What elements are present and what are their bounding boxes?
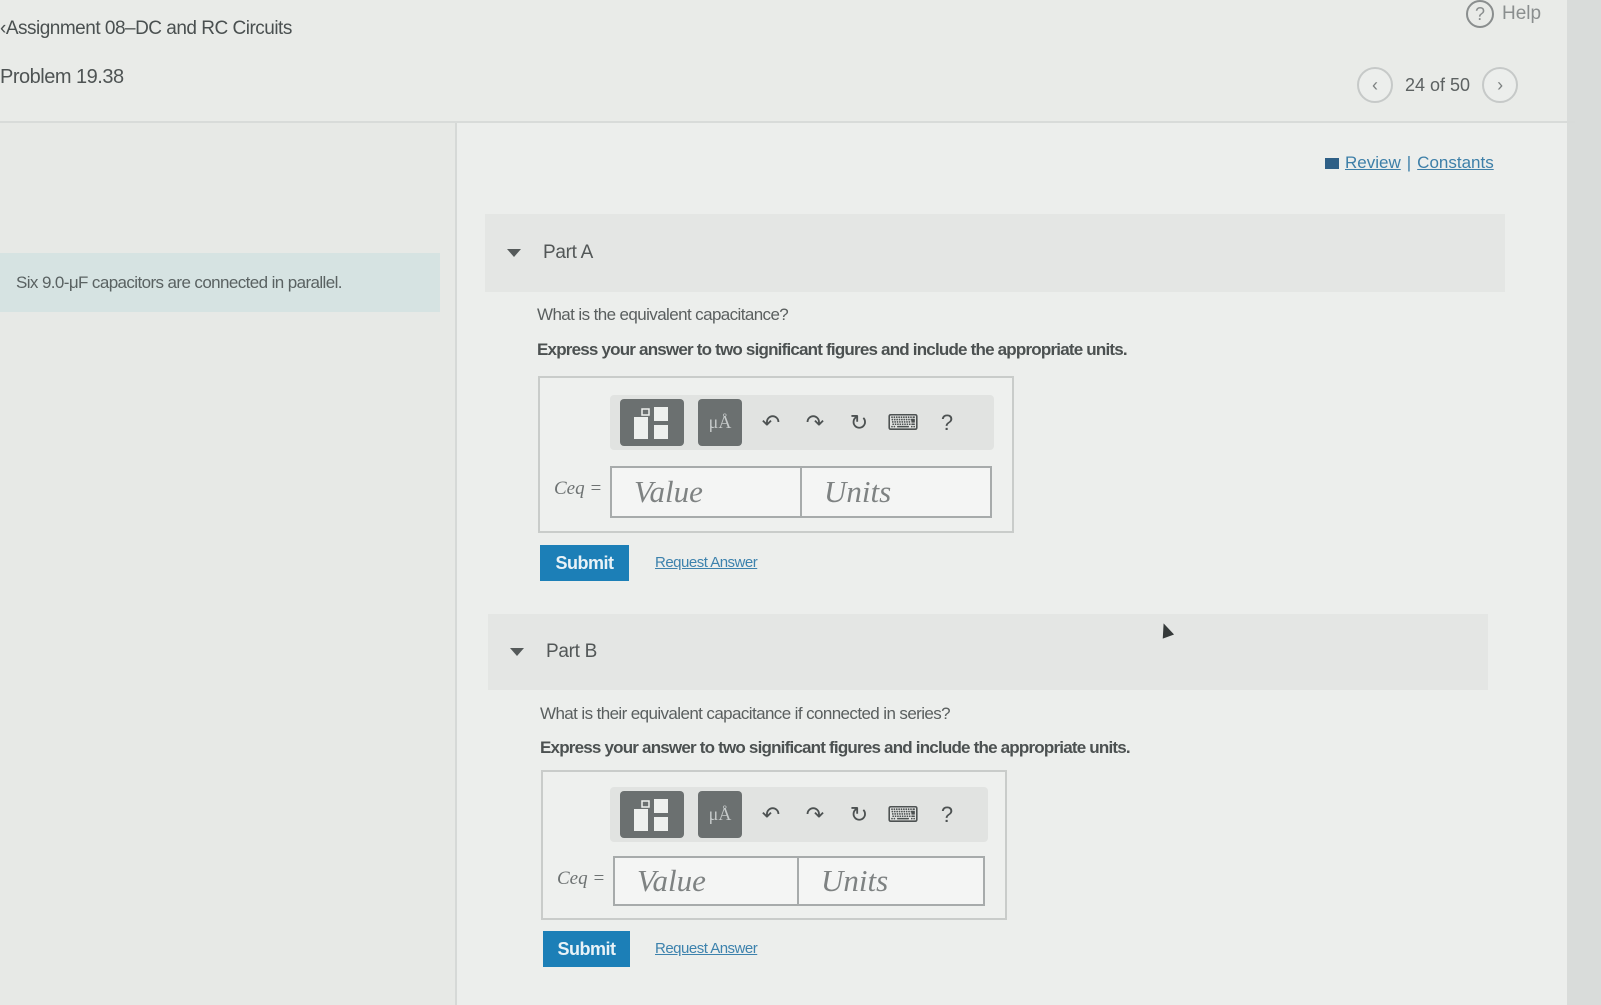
part-b-header[interactable]: Part B [488, 614, 1488, 690]
keyboard-icon: ⌨ [887, 409, 919, 435]
help-link[interactable]: ? Help [1466, 0, 1541, 28]
math-toolbar: μÅ ↶ ↷ ↻ ⌨ ? [610, 787, 988, 842]
reset-icon: ↻ [849, 409, 869, 435]
undo-button[interactable]: ↶ [756, 800, 786, 830]
part-a-label: Part A [543, 242, 593, 263]
reset-icon: ↻ [849, 801, 869, 827]
units-icon: μÅ [708, 412, 732, 432]
keyboard-button[interactable]: ⌨ [887, 408, 919, 438]
templates-icon [634, 406, 668, 439]
redo-icon: ↷ [805, 801, 825, 827]
redo-button[interactable]: ↷ [800, 800, 830, 830]
part-a-instruction: Express your answer to two significant f… [537, 340, 1128, 359]
intro-text: Six 9.0-μF capacitors are connected in p… [16, 272, 343, 292]
resource-links: Review | Constants [1325, 153, 1494, 173]
link-separator: | [1406, 153, 1412, 172]
math-toolbar: μÅ ↶ ↷ ↻ ⌨ ? [610, 395, 994, 450]
assignment-breadcrumb[interactable]: ‹Assignment 08–DC and RC Circuits [0, 18, 292, 40]
value-input[interactable]: Value [610, 466, 802, 518]
help-icon: ? [1466, 0, 1494, 28]
part-a-header[interactable]: Part A [485, 214, 1505, 292]
units-button[interactable]: μÅ [698, 791, 742, 838]
header-divider [0, 121, 1575, 123]
part-b-request-answer-link[interactable]: Request Answer [655, 940, 758, 957]
toolbar-help-button[interactable]: ? [932, 800, 962, 830]
part-a-question: What is the equivalent capacitance? [537, 305, 789, 324]
units-button[interactable]: μÅ [698, 399, 742, 446]
previous-problem-button[interactable]: ‹ [1357, 67, 1393, 103]
part-b-answer-box: μÅ ↶ ↷ ↻ ⌨ ? Ceq = Value Units [541, 770, 1007, 920]
review-link[interactable]: Review [1345, 153, 1401, 173]
problem-pager: ‹ 24 of 50 › [1357, 67, 1519, 103]
assignment-title: Assignment 08–DC and RC Circuits [5, 18, 293, 39]
pager-text: 24 of 50 [1405, 74, 1471, 95]
question-icon: ? [940, 409, 954, 435]
part-a-submit-button[interactable]: Submit [540, 545, 629, 581]
constants-link[interactable]: Constants [1417, 153, 1494, 173]
help-label: Help [1502, 3, 1542, 24]
units-input[interactable]: Units [800, 466, 992, 518]
part-a-request-answer-link[interactable]: Request Answer [655, 554, 758, 571]
ceq-label: Ceq = [554, 478, 603, 499]
reset-button[interactable]: ↻ [844, 408, 874, 438]
part-a-answer-box: μÅ ↶ ↷ ↻ ⌨ ? Ceq = Value Units [538, 376, 1014, 533]
problem-title: Problem 19.38 [0, 66, 124, 88]
next-problem-button[interactable]: › [1482, 67, 1519, 103]
templates-icon [634, 798, 668, 831]
part-b-instruction: Express your answer to two significant f… [540, 738, 1131, 757]
part-b-submit-button[interactable]: Submit [543, 931, 630, 967]
collapse-triangle-icon [507, 249, 521, 257]
redo-icon: ↷ [805, 409, 825, 435]
templates-button[interactable] [620, 791, 684, 838]
screen-edge [1567, 0, 1601, 1005]
undo-button[interactable]: ↶ [756, 408, 786, 438]
redo-button[interactable]: ↷ [800, 408, 830, 438]
review-icon [1325, 157, 1339, 169]
toolbar-help-button[interactable]: ? [932, 408, 962, 438]
part-b-label: Part B [546, 641, 597, 662]
undo-icon: ↶ [761, 409, 781, 435]
units-icon: μÅ [708, 804, 732, 824]
chevron-right-icon: › [1497, 74, 1504, 95]
problem-intro: Six 9.0-μF capacitors are connected in p… [0, 253, 440, 312]
templates-button[interactable] [620, 399, 684, 446]
value-input[interactable]: Value [613, 856, 799, 906]
reset-button[interactable]: ↻ [844, 800, 874, 830]
keyboard-icon: ⌨ [887, 801, 919, 827]
ceq-label: Ceq = [557, 868, 606, 889]
undo-icon: ↶ [761, 801, 781, 827]
units-input[interactable]: Units [797, 856, 985, 906]
part-b-question: What is their equivalent capacitance if … [540, 704, 951, 723]
question-icon: ? [940, 801, 954, 827]
chevron-left-icon: ‹ [1372, 74, 1378, 95]
keyboard-button[interactable]: ⌨ [887, 800, 919, 830]
collapse-triangle-icon [510, 648, 524, 656]
